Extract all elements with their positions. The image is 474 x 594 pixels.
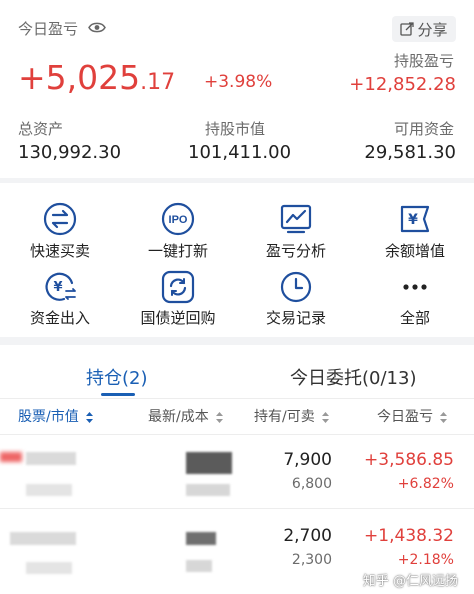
redacted-market-value — [26, 562, 72, 574]
total-assets-label: 总资产 — [18, 120, 64, 138]
clock-record-icon — [280, 271, 312, 303]
market-value-value: 101,411.00 — [188, 142, 292, 163]
sort-caret-icon — [440, 411, 448, 423]
available-funds-value: 29,581.30 — [364, 142, 456, 163]
row-today-pl-percent: +2.18% — [397, 552, 454, 568]
redacted-cost-price — [186, 560, 212, 572]
market-value-label: 持股市值 — [205, 120, 266, 138]
grid-label-pl-analysis: 盈亏分析 — [265, 242, 326, 260]
more-dots-icon — [403, 284, 427, 290]
eye-icon[interactable] — [88, 21, 106, 34]
grid-label-funds-transfer: 资金出入 — [29, 309, 90, 327]
row-today-pl: +3,586.85 — [364, 450, 454, 470]
hold-quantity: 7,900 — [283, 450, 332, 470]
svg-text:¥: ¥ — [53, 280, 62, 295]
function-grid: 快速买卖 IPO 一键打新 盈亏分析 ¥ 余额增值 ¥ 资金出入 国债逆回购 交… — [0, 183, 474, 337]
grid-label-reverse-repo: 国债逆回购 — [140, 309, 216, 327]
redacted-latest-price — [186, 532, 216, 545]
tab-active-indicator — [101, 393, 135, 396]
available-quantity: 2,300 — [291, 552, 332, 568]
today-pl-integer: +5,025 — [18, 58, 141, 97]
header-latest-label: 最新/成本 — [148, 409, 209, 425]
available-funds-label: 可用资金 — [393, 120, 454, 138]
yen-ticket-icon: ¥ — [400, 205, 430, 233]
chart-analysis-icon — [280, 204, 312, 234]
share-icon — [400, 22, 415, 36]
yen-transfer-icon: ¥ — [45, 272, 76, 301]
header-pl-label: 今日盈亏 — [377, 409, 433, 425]
today-pl-decimal: .17 — [140, 70, 176, 95]
header-hold-available[interactable]: 持有/可卖 — [254, 406, 330, 426]
hold-quantity: 2,700 — [283, 526, 332, 546]
redacted-market-value — [26, 484, 72, 496]
redacted-cost-price — [186, 484, 230, 496]
svg-text:IPO: IPO — [169, 214, 188, 226]
account-summary-card: 今日盈亏 分享 +5,025.17 +3.98% 持股盈亏 +12,852.28… — [0, 0, 474, 178]
sort-caret-icon — [322, 411, 330, 423]
today-pl-value: +5,025.17 — [18, 58, 175, 97]
sort-caret-icon — [216, 411, 224, 423]
header-stock-market-value[interactable]: 股票/市值 — [18, 406, 94, 426]
redacted-stock-name — [10, 532, 76, 545]
row-divider — [0, 508, 474, 509]
share-label: 分享 — [417, 20, 448, 39]
sort-caret-icon — [86, 411, 94, 423]
header-latest-cost[interactable]: 最新/成本 — [148, 406, 224, 426]
refresh-bond-icon — [161, 270, 195, 304]
total-assets-value: 130,992.30 — [18, 142, 122, 163]
redacted-latest-price — [186, 452, 232, 474]
header-today-pl[interactable]: 今日盈亏 — [377, 406, 448, 426]
today-pl-label: 今日盈亏 — [18, 20, 79, 38]
watermark: 知乎 @仁风远扬 — [362, 574, 458, 589]
today-pl-percent: +3.98% — [204, 72, 273, 92]
grid-label-trade-records: 交易记录 — [265, 309, 326, 327]
grid-label-all: 全部 — [399, 309, 430, 327]
header-hold-label: 持有/可卖 — [254, 409, 315, 425]
grid-label-quick-trade: 快速买卖 — [29, 242, 90, 260]
grid-label-balance-growth: 余额增值 — [384, 242, 445, 260]
share-button[interactable]: 分享 — [392, 16, 456, 42]
available-quantity: 6,800 — [291, 476, 332, 492]
redacted-tag — [0, 452, 22, 462]
svg-text:¥: ¥ — [408, 212, 418, 228]
grid-label-ipo: 一键打新 — [147, 242, 208, 260]
row-today-pl-percent: +6.82% — [397, 476, 454, 492]
tab-divider — [0, 398, 474, 399]
header-stock-label: 股票/市值 — [18, 409, 79, 425]
ipo-icon: IPO — [161, 202, 195, 236]
tab-positions[interactable]: 持仓(2) — [86, 364, 148, 390]
tab-today-orders[interactable]: 今日委托(0/13) — [290, 364, 416, 390]
hold-pl-label: 持股盈亏 — [393, 52, 454, 70]
swap-arrows-icon — [43, 202, 77, 236]
row-today-pl: +1,438.32 — [364, 526, 454, 546]
redacted-stock-name — [26, 452, 76, 465]
hold-pl-value: +12,852.28 — [349, 74, 456, 95]
header-divider — [0, 434, 474, 435]
